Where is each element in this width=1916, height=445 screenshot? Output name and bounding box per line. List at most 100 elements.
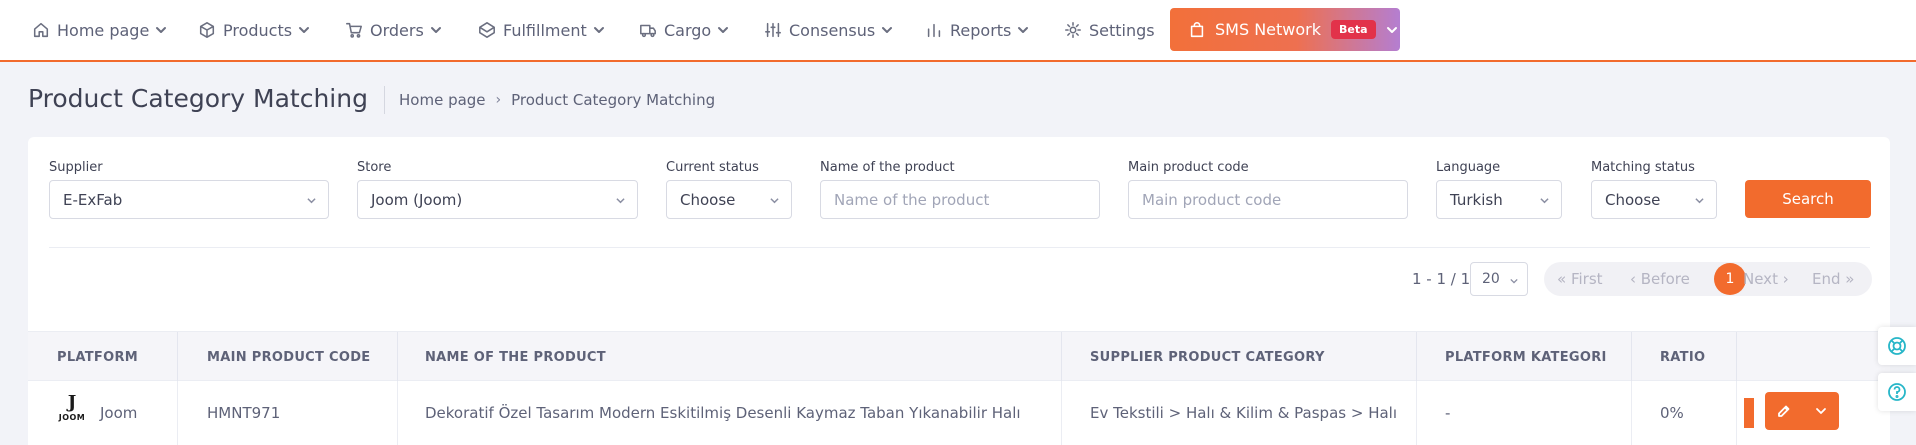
column-header-platform: PLATFORM bbox=[57, 349, 139, 365]
nav-fulfillment[interactable]: Fulfillment bbox=[478, 0, 605, 61]
nav-consensus[interactable]: Consensus bbox=[764, 0, 893, 61]
page-before-button[interactable]: ‹ Before bbox=[1630, 262, 1690, 296]
column-header-supplier-category: SUPPLIER PRODUCT CATEGORY bbox=[1090, 349, 1325, 365]
cell-product-name: Dekoratif Özel Tasarım Modern Eskitilmiş… bbox=[425, 404, 1021, 422]
chevron-down-icon bbox=[616, 198, 625, 204]
store-select[interactable]: Joom (Joom) bbox=[357, 180, 638, 219]
page-first-button[interactable]: « First bbox=[1557, 262, 1603, 296]
chevron-down-icon bbox=[882, 27, 893, 33]
row-actions-dropdown[interactable] bbox=[1802, 392, 1839, 430]
column-header-product-name: NAME OF THE PRODUCT bbox=[425, 349, 606, 365]
lifebuoy-icon bbox=[1888, 337, 1906, 355]
home-icon bbox=[33, 22, 49, 38]
chevron-down-icon bbox=[593, 27, 604, 33]
bar-chart-icon bbox=[927, 23, 941, 38]
column-divider bbox=[177, 381, 178, 445]
package-icon bbox=[479, 22, 495, 38]
edit-button[interactable] bbox=[1765, 392, 1802, 430]
cell-platform: Joom bbox=[100, 404, 138, 422]
nav-reports[interactable]: Reports bbox=[925, 0, 1029, 61]
breadcrumb-home[interactable]: Home page bbox=[399, 91, 486, 109]
search-button[interactable]: Search bbox=[1745, 180, 1871, 218]
joom-logo-letter: J bbox=[67, 392, 77, 413]
matching-status-value: Choose bbox=[1605, 190, 1661, 209]
store-label: Store bbox=[357, 160, 392, 175]
row-action-group bbox=[1765, 392, 1839, 430]
box-icon bbox=[199, 22, 215, 38]
help-button[interactable] bbox=[1878, 373, 1916, 411]
chevron-down-icon bbox=[1815, 408, 1826, 414]
language-select[interactable]: Turkish bbox=[1436, 180, 1562, 219]
nav-label: Fulfillment bbox=[503, 20, 587, 40]
current-status-select[interactable]: Choose bbox=[666, 180, 792, 219]
joom-logo: J JOOM bbox=[56, 393, 88, 429]
column-divider bbox=[1631, 332, 1632, 382]
page-end-button[interactable]: End » bbox=[1812, 262, 1854, 296]
breadcrumb-current: Product Category Matching bbox=[511, 91, 716, 109]
supplier-select[interactable]: E-ExFab bbox=[49, 180, 329, 219]
nav-label: Products bbox=[223, 20, 293, 40]
column-divider bbox=[397, 332, 398, 382]
chevron-down-icon bbox=[1695, 198, 1704, 204]
main-code-input[interactable]: Main product code bbox=[1128, 180, 1408, 219]
product-name-input[interactable]: Name of the product bbox=[820, 180, 1100, 219]
pagination-range: 1 - 1 / 1 bbox=[1412, 270, 1471, 288]
page-size-value: 20 bbox=[1482, 271, 1500, 287]
column-divider bbox=[1061, 332, 1062, 382]
table-row: J JOOM Joom HMNT971 Dekoratif Özel Tasar… bbox=[28, 381, 1890, 445]
chevron-down-icon bbox=[1018, 27, 1029, 33]
nav-label: Reports bbox=[950, 20, 1012, 40]
edit-icon bbox=[1777, 405, 1789, 417]
nav-orders[interactable]: Orders bbox=[345, 0, 442, 61]
nav-label: Home page bbox=[57, 20, 150, 40]
sms-network-button[interactable]: SMS Network Beta bbox=[1170, 8, 1400, 51]
nav-cargo[interactable]: Cargo bbox=[639, 0, 729, 61]
column-divider bbox=[397, 381, 398, 445]
breadcrumb: Home page › Product Category Matching bbox=[399, 91, 715, 109]
supplier-value: E-ExFab bbox=[63, 190, 123, 209]
current-status-value: Choose bbox=[680, 190, 736, 209]
sliders-icon bbox=[765, 22, 781, 38]
table-header: PLATFORM MAIN PRODUCT CODE NAME OF THE P… bbox=[28, 331, 1890, 382]
page-current-button[interactable]: 1 bbox=[1714, 263, 1746, 295]
truck-icon bbox=[640, 24, 656, 38]
column-divider bbox=[177, 332, 178, 382]
nav-settings[interactable]: Settings bbox=[1064, 0, 1155, 61]
column-divider bbox=[1631, 381, 1632, 445]
page-size-select[interactable]: 20 bbox=[1470, 262, 1528, 296]
matching-status-label: Matching status bbox=[1591, 160, 1695, 175]
chevron-down-icon bbox=[1386, 26, 1397, 33]
pagination: « First ‹ Before 1 Next › End » bbox=[1544, 262, 1872, 296]
matching-status-select[interactable]: Choose bbox=[1591, 180, 1717, 219]
joom-logo-text: JOOM bbox=[58, 413, 86, 422]
store-value: Joom (Joom) bbox=[371, 190, 463, 209]
product-name-label: Name of the product bbox=[820, 160, 955, 175]
cell-supplier-category: Ev Tekstili > Halı & Kilim & Paspas > Ha… bbox=[1090, 404, 1397, 422]
chevron-down-icon bbox=[1540, 198, 1549, 204]
language-value: Turkish bbox=[1450, 190, 1503, 209]
cart-icon bbox=[346, 22, 362, 38]
nav-home[interactable]: Home page bbox=[32, 0, 167, 61]
shopping-bag-icon bbox=[1190, 21, 1204, 37]
product-name-placeholder: Name of the product bbox=[834, 190, 990, 209]
language-label: Language bbox=[1436, 160, 1501, 175]
beta-badge: Beta bbox=[1331, 20, 1376, 39]
chevron-down-icon bbox=[1510, 278, 1518, 284]
question-icon bbox=[1888, 383, 1906, 401]
page-next-button[interactable]: Next › bbox=[1743, 262, 1789, 296]
chevron-down-icon bbox=[156, 27, 167, 33]
column-header-ratio: RATIO bbox=[1660, 349, 1706, 365]
top-navigation: Home page Products Orders Fulfillment Ca… bbox=[0, 0, 1916, 62]
nav-label: Settings bbox=[1089, 20, 1155, 40]
divider bbox=[49, 247, 1870, 248]
nav-products[interactable]: Products bbox=[198, 0, 310, 61]
support-button[interactable] bbox=[1878, 327, 1916, 365]
column-divider bbox=[1736, 332, 1737, 382]
chevron-down-icon bbox=[430, 27, 441, 33]
supplier-label: Supplier bbox=[49, 160, 103, 175]
chevron-down-icon bbox=[770, 198, 779, 204]
chevron-down-icon bbox=[718, 27, 729, 33]
row-status-marker bbox=[1744, 398, 1754, 428]
sms-network-label: SMS Network bbox=[1215, 20, 1322, 39]
cell-ratio: 0% bbox=[1660, 404, 1684, 422]
